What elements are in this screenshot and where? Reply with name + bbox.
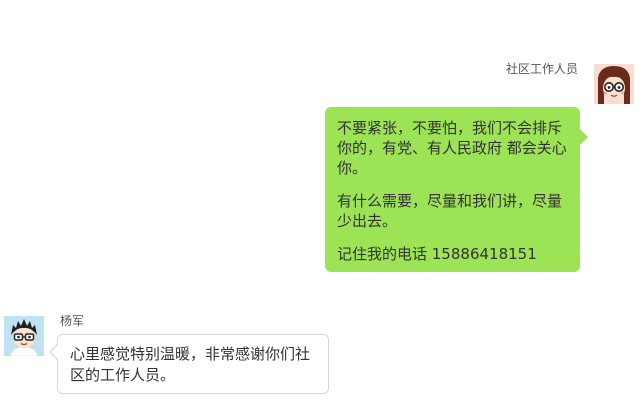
message-text: 心里感觉特别温暖，非常感谢你们社区的工作人员。 bbox=[70, 345, 311, 384]
message-text: 不要紧张，不要怕，我们不会排斥你的，有党、有人民政府 都会关心你。 bbox=[337, 119, 567, 177]
male-avatar-with-glasses-icon[interactable] bbox=[4, 316, 44, 357]
chat-area: 社区工作人员 不要紧张，不要怕，我们不会排斥你的，有党、有人民政府 都会关心你。… bbox=[0, 0, 642, 411]
message-text: 记住我的电话 15886418151 bbox=[337, 245, 537, 263]
message-text: 有什么需要，尽量和我们讲，尽量少出去。 bbox=[337, 192, 563, 230]
message-bubble[interactable]: 心里感觉特别温暖，非常感谢你们社区的工作人员。 bbox=[49, 334, 329, 394]
sender-name: 社区工作人员 bbox=[505, 62, 578, 76]
sender-name: 杨军 bbox=[60, 314, 85, 328]
message-bubble[interactable]: 不要紧张，不要怕，我们不会排斥你的，有党、有人民政府 都会关心你。 有什么需要，… bbox=[325, 107, 588, 272]
female-avatar-with-glasses-icon[interactable] bbox=[594, 64, 634, 104]
